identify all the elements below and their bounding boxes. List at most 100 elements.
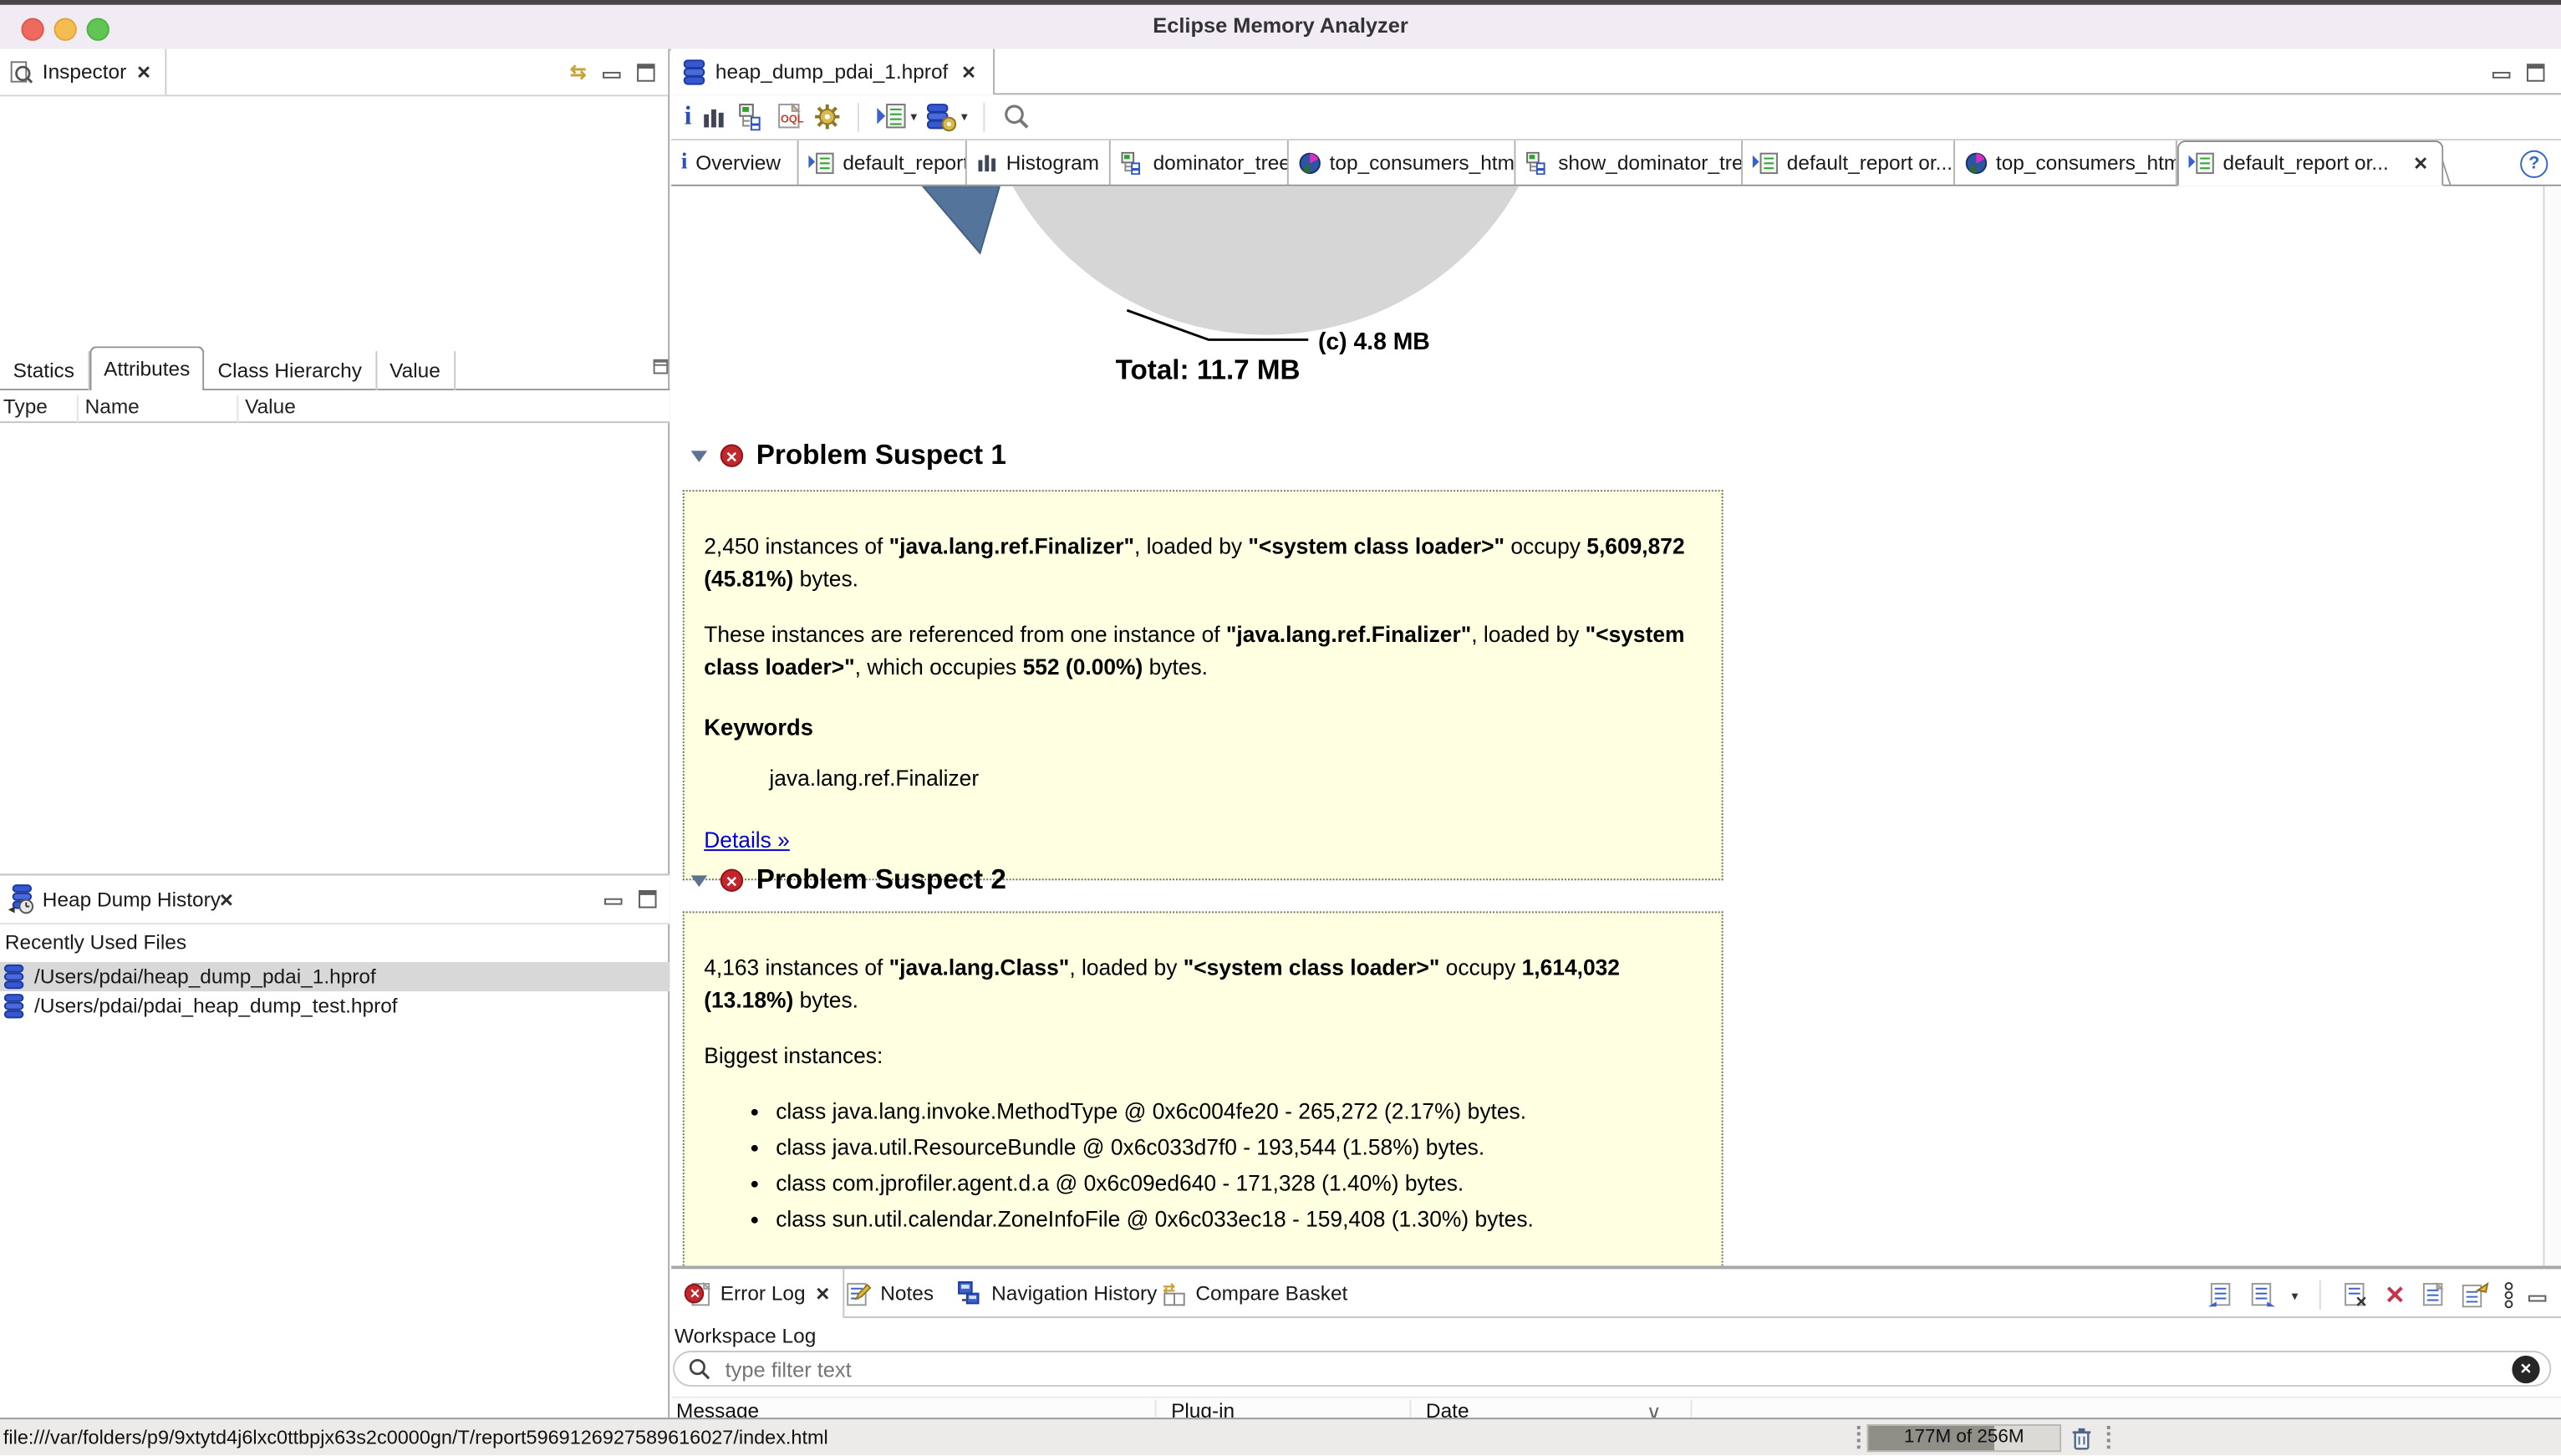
pane-maximize-icon[interactable] (653, 359, 669, 374)
clear-log-icon[interactable]: ✕ (2342, 1282, 2370, 1310)
inspector-maximize-icon[interactable] (637, 63, 655, 81)
editor-tab-label: heap_dump_pdai_1.hprof (715, 60, 949, 84)
run-report-icon[interactable]: ▾ (876, 103, 917, 130)
delete-log-icon[interactable]: ✕ (2385, 1283, 2406, 1307)
run-gc-trash-icon[interactable] (2071, 1426, 2092, 1450)
heap-status-gauge[interactable]: 177M of 256M (1866, 1423, 2062, 1453)
heap-dump-file-icon (3, 964, 26, 990)
view-menu-icon[interactable] (2503, 1281, 2513, 1309)
heap-usage-text: 177M of 256M (1903, 1427, 2024, 1448)
inspector-view-tab[interactable]: Inspector ✕ (0, 48, 166, 95)
editor-toolbar: i OQL ▾ ▾ (671, 94, 2561, 141)
inspector-view-title: Inspector (42, 60, 127, 84)
tab-close-icon[interactable]: ✕ (2413, 153, 2428, 174)
clear-filter-icon[interactable]: ✕ (2512, 1354, 2540, 1383)
error-badge-icon: ✕ (720, 868, 744, 892)
tab-value[interactable]: Value (377, 351, 456, 392)
hdh-maximize-icon[interactable] (639, 889, 657, 909)
pin-sync-icon[interactable]: ⇆ (570, 62, 587, 81)
overview-info-icon[interactable]: i (685, 102, 692, 131)
suspect-2-box: 4,163 instances of "java.lang.Class", lo… (682, 911, 1723, 1266)
histogram-icon[interactable] (701, 104, 727, 130)
heap-dump-history-title: Heap Dump History (42, 888, 221, 912)
tab-top-consumers-2[interactable]: top_consumers_html (1955, 140, 2177, 185)
compare-dumps-icon[interactable]: ▾ (927, 102, 968, 131)
dominator-tree-icon[interactable] (737, 103, 766, 131)
oql-icon[interactable]: OQL (776, 103, 804, 130)
report-content[interactable]: (c) 4.8 MB Total: 11.7 MB ✕ Problem Susp… (671, 186, 2561, 1266)
tab-show-dominator[interactable]: show_dominator_tre... (1515, 140, 1744, 185)
minimize-window-button[interactable] (53, 18, 77, 41)
tab-dominator-tree[interactable]: dominator_tree (1111, 140, 1289, 185)
log-toolbar: ▾ ✕ ✕ (2207, 1280, 2561, 1310)
editor-maximize-icon[interactable] (2526, 64, 2545, 82)
tab-attributes[interactable]: Attributes (89, 346, 205, 391)
inspector-close-icon[interactable]: ✕ (136, 61, 151, 82)
collapse-arrow-icon[interactable] (690, 450, 708, 462)
tab-compare-basket[interactable]: ⇄ Compare Basket (1161, 1269, 1347, 1316)
hdh-minimize-icon[interactable] (604, 898, 623, 905)
tab-default-report-1[interactable]: default_report or... (799, 140, 967, 185)
editor-area: heap_dump_pdai_1.hprof ✕ i OQL ▾ ▾ ? i O… (671, 48, 2561, 1424)
details-link[interactable]: Details » (704, 825, 790, 858)
collapse-arrow-icon[interactable] (690, 874, 708, 887)
svg-text:✕: ✕ (2355, 1293, 2368, 1308)
zoom-window-button[interactable] (86, 18, 109, 41)
log-filter: ✕ (673, 1351, 2552, 1387)
tab-notes[interactable]: Notes (846, 1269, 934, 1316)
open-log-icon[interactable] (2420, 1281, 2444, 1308)
error-badge-icon: ✕ (720, 444, 744, 467)
heap-dump-history-close-icon[interactable]: ✕ (219, 890, 234, 911)
pie-icon (1299, 151, 1321, 174)
customize-gear-icon[interactable] (814, 103, 842, 130)
instance-item: class sun.util.calendar.ZoneInfoFile @ 0… (776, 1204, 1702, 1236)
inspector-minimize-icon[interactable] (603, 71, 621, 78)
heap-dump-history-header: Heap Dump History ✕ (0, 873, 670, 925)
run-report-dropdown-icon[interactable]: ▾ (910, 109, 917, 125)
heap-dump-db-icon (683, 58, 707, 85)
tab-overview[interactable]: i Overview (671, 140, 799, 185)
tab-navigation-history[interactable]: Navigation History (957, 1269, 1157, 1316)
column-type[interactable]: Type (3, 395, 48, 418)
editor-minimize-icon[interactable] (2492, 71, 2511, 79)
import-dropdown-icon[interactable]: ▾ (2292, 1288, 2299, 1303)
problem-suspect-1-heading: ✕ Problem Suspect 1 (690, 438, 1006, 474)
content-scrollbar[interactable] (2543, 186, 2561, 1266)
biggest-instances-list: class java.lang.invoke.MethodType @ 0x6c… (704, 1096, 1702, 1236)
tab-class-hierarchy[interactable]: Class Hierarchy (205, 351, 377, 392)
tab-default-report-active[interactable]: default_report or... ✕ (2177, 140, 2444, 186)
tab-top-consumers-1[interactable]: top_consumers_html (1289, 140, 1516, 185)
navigation-history-icon (957, 1280, 983, 1305)
column-value[interactable]: Value (245, 395, 296, 418)
query-search-icon[interactable] (1002, 102, 1031, 131)
tab-default-report-2[interactable]: default_report or... (1743, 140, 1956, 185)
eclipse-memory-analyzer-window: Eclipse Memory Analyzer Inspector ✕ ⇆ St… (0, 0, 2561, 1456)
import-log-icon[interactable] (2249, 1282, 2277, 1308)
export-log-icon[interactable] (2207, 1282, 2234, 1308)
biggest-instances-label: Biggest instances: (704, 1043, 883, 1068)
panel-minimize-icon[interactable] (2528, 1294, 2546, 1301)
title-bar: Eclipse Memory Analyzer (0, 4, 2561, 51)
info-icon: i (680, 149, 688, 175)
editor-tab-heap-dump[interactable]: heap_dump_pdai_1.hprof ✕ (671, 48, 995, 95)
compare-dropdown-icon[interactable]: ▾ (961, 109, 968, 125)
compare-basket-icon: ⇄ (1161, 1280, 1187, 1306)
drag-handle[interactable] (2106, 1425, 2110, 1449)
tab-error-log[interactable]: ✕ Error Log ✕ (671, 1269, 845, 1318)
drag-handle[interactable] (1856, 1425, 1861, 1449)
close-window-button[interactable] (21, 18, 44, 41)
column-name[interactable]: Name (85, 395, 140, 418)
pie-total-label: Total: 11.7 MB (1115, 354, 1301, 386)
error-log-close-icon[interactable]: ✕ (815, 1283, 830, 1304)
search-icon (688, 1357, 710, 1380)
heap-dump-file-row[interactable]: /Users/pdai/pdai_heap_dump_test.hprof (0, 991, 670, 1021)
status-bar: file:///var/folders/p9/9xtytd4j6lxc0ttbp… (0, 1418, 2561, 1456)
heap-dump-file-row[interactable]: /Users/pdai/heap_dump_pdai_1.hprof (0, 961, 670, 992)
tab-histogram[interactable]: Histogram (967, 140, 1111, 185)
tab-statics[interactable]: Statics (0, 351, 89, 392)
inspector-view-header: Inspector ✕ ⇆ (0, 48, 669, 97)
restore-log-icon[interactable] (2459, 1281, 2488, 1308)
instance-item: class java.lang.invoke.MethodType @ 0x6c… (776, 1096, 1702, 1128)
filter-input[interactable] (721, 1354, 2513, 1383)
editor-tab-close-icon[interactable]: ✕ (961, 61, 976, 82)
